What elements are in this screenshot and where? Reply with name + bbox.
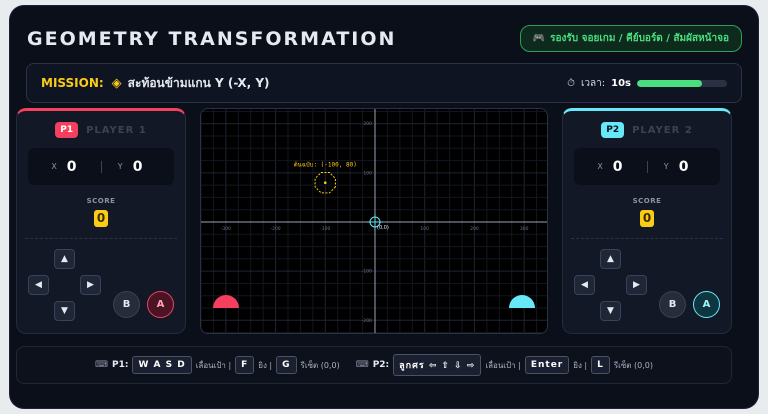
dpad-down-button[interactable]: ▼	[600, 301, 621, 321]
dpad-left-button[interactable]: ◀	[28, 275, 49, 295]
panel-divider	[25, 238, 177, 239]
dpad-up-button[interactable]: ▲	[600, 249, 621, 269]
coord-separator	[100, 160, 102, 173]
player-2-b-button[interactable]: B	[659, 291, 686, 318]
coord-separator	[646, 160, 648, 173]
y-tick-label: 100	[363, 170, 372, 176]
keyboard-icon: ⌨	[94, 360, 108, 370]
player-2-dpad: ▲ ◀ ▶ ▼	[574, 249, 648, 321]
panel-divider	[571, 238, 723, 239]
x-tick-label: -200	[270, 226, 280, 232]
dpad-down-button[interactable]: ▼	[54, 301, 75, 321]
y-tick-label: -200	[362, 318, 372, 324]
player-1-coords: X 0 Y 0	[28, 148, 174, 185]
p1-controls-label: P1:	[111, 360, 129, 370]
p1-move-text: เลื่อนเป้า |	[195, 360, 232, 370]
timer-label: เวลา:	[580, 77, 606, 89]
dpad-up-button[interactable]: ▲	[54, 249, 75, 269]
y-tick-label: 200	[363, 121, 372, 127]
dpad-right-button[interactable]: ▶	[80, 275, 101, 295]
y-label: Y	[117, 162, 123, 171]
y-tick-label: -100	[362, 269, 372, 275]
player-2-y-value: 0	[678, 158, 689, 175]
p1-reset-text: รีเซ็ต (0,0)	[300, 360, 340, 370]
player-2-name: PLAYER 2	[632, 124, 693, 136]
player-1-cannon	[213, 295, 239, 308]
controls-help-bar: ⌨ P1: W A S D เลื่อนเป้า | F ยิง | G รีเ…	[16, 346, 732, 384]
x-tick-label: -300	[221, 226, 231, 232]
player-1-score: 0	[94, 210, 108, 227]
player-1-x-value: 0	[66, 158, 77, 175]
p2-move-key: ลูกศร ⇦ ⇧ ⇩ ⇨	[393, 354, 482, 376]
player-1-dpad: ▲ ◀ ▶ ▼	[28, 249, 102, 321]
player-1-score-label: SCORE	[86, 197, 116, 205]
coordinate-plane[interactable]: -300 -200 -100 100 200 300 200 100 -100 -200 ต้นฉ…	[201, 109, 548, 334]
player-1-badge: P1	[55, 122, 79, 138]
p2-move-text: เลื่อนเป้า |	[485, 360, 521, 370]
gamepad-icon: 🎮	[532, 33, 546, 44]
timer-value: 10s	[611, 77, 631, 89]
target-label: ต้นฉบับ: (-100, 80)	[294, 162, 357, 169]
target-point	[323, 181, 327, 184]
mission-label: MISSION:	[41, 76, 104, 90]
player-2-x-value: 0	[612, 158, 623, 175]
x-label: X	[51, 162, 57, 171]
player-2-coords: X 0 Y 0	[574, 148, 720, 185]
input-support-text: รองรับ จอยเกม / คีย์บอร์ด / สัมผัสหน้าจอ	[550, 33, 729, 44]
dpad-left-button[interactable]: ◀	[574, 275, 595, 295]
player-1-y-value: 0	[132, 158, 143, 175]
player-1-name: PLAYER 1	[86, 124, 147, 136]
dpad-right-button[interactable]: ▶	[626, 275, 647, 295]
player-1-panel: P1 PLAYER 1 X 0 Y 0 SCORE 0 ▲ ◀ ▶ ▼ B A	[16, 108, 186, 334]
player-2-cannon	[509, 295, 535, 308]
x-label: X	[597, 162, 603, 171]
y-label: Y	[663, 162, 669, 171]
player-2-panel: P2 PLAYER 2 X 0 Y 0 SCORE 0 ▲ ◀ ▶ ▼ B A	[562, 108, 732, 334]
x-tick-label: -100	[320, 226, 330, 232]
x-tick-label: 100	[420, 226, 429, 232]
keyboard-icon: ⌨	[355, 360, 369, 370]
p2-fire-text: ยิง |	[573, 360, 588, 370]
player-2-badge: P2	[601, 122, 625, 138]
target-icon: ◈	[111, 75, 122, 91]
mission-text: สะท้อนข้ามแกน Y (-X, Y)	[127, 75, 270, 90]
player-1-b-button[interactable]: B	[113, 291, 140, 318]
origin-label: (0,0)	[377, 225, 389, 231]
player-2-score-label: SCORE	[632, 197, 662, 205]
p1-fire-text: ยิง |	[258, 360, 273, 370]
game-title: GEOMETRY TRANSFORMATION	[27, 28, 397, 50]
input-support-badge: 🎮 รองรับ จอยเกม / คีย์บอร์ด / สัมผัสหน้า…	[519, 25, 742, 52]
player-2-a-button[interactable]: A	[693, 291, 720, 318]
player-2-score: 0	[640, 210, 654, 227]
mission-bar: MISSION: ◈ สะท้อนข้ามแกน Y (-X, Y) ⏱ เวล…	[26, 63, 742, 103]
p1-fire-key: F	[235, 356, 255, 374]
p1-reset-key: G	[276, 356, 297, 374]
timer-progress-bar	[637, 79, 727, 87]
x-tick-label: 300	[520, 226, 529, 232]
p2-fire-key: Enter	[524, 356, 570, 374]
timer-progress-fill	[637, 79, 702, 87]
game-board[interactable]: -300 -200 -100 100 200 300 200 100 -100 -200 ต้นฉ…	[200, 108, 548, 334]
x-tick-label: 200	[470, 226, 479, 232]
timer: ⏱ เวลา: 10s	[567, 76, 727, 91]
p1-move-key: W A S D	[132, 356, 192, 374]
p2-reset-text: รีเซ็ต (0,0)	[613, 360, 654, 370]
stopwatch-icon: ⏱	[567, 77, 575, 89]
p2-controls-label: P2:	[372, 360, 390, 370]
p2-reset-key: L	[591, 356, 610, 374]
player-1-a-button[interactable]: A	[147, 291, 174, 318]
